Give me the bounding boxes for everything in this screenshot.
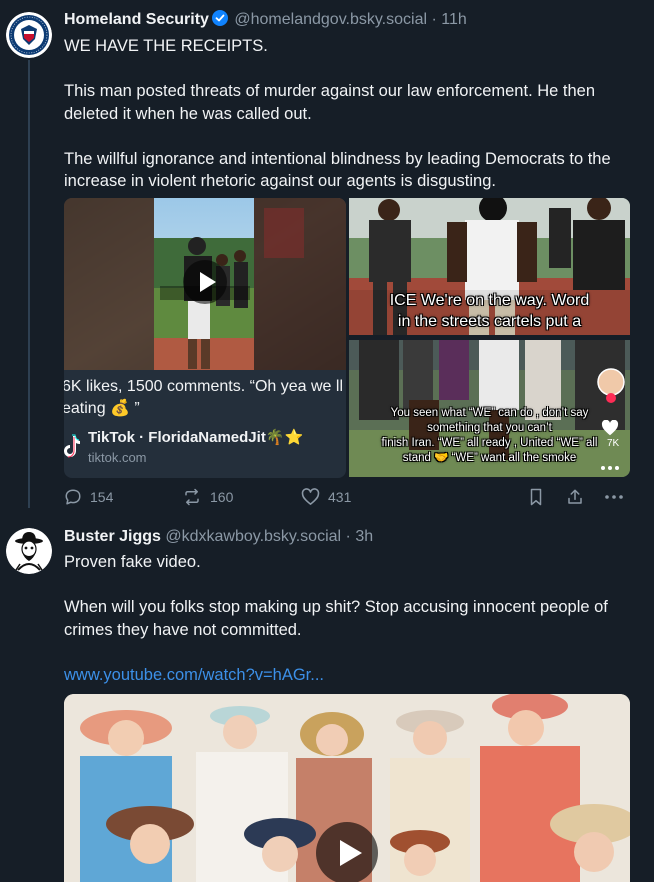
play-icon[interactable] [183,260,227,304]
separator-dot: · [431,11,437,28]
caption-line: finish Iran. “WE” all ready , United “WE… [381,437,598,449]
embed-caption: 6K likes, 1500 comments. “Oh yea we ll e… [64,378,344,417]
author-name[interactable]: Homeland Security [64,11,209,28]
repost-arrows-icon [182,488,202,506]
share-button[interactable] [566,488,584,506]
repost-button[interactable]: 160 [182,488,233,506]
author-handle[interactable]: @homelandgov.bsky.social [234,11,427,28]
separator-dot: · [345,528,351,545]
post-text-paragraph: When will you folks stop making up shit?… [64,598,608,639]
youtube-link[interactable]: www.youtube.com/watch?v=hAGr... [64,666,324,684]
image-1-caption: ICE We're on the way. Word in the street… [349,290,630,332]
post-text: WE HAVE THE RECEIPTS. This man posted th… [64,35,634,193]
post-image-1[interactable]: ICE We're on the way. Word in the street… [349,198,630,335]
ellipsis-icon [604,488,624,506]
caption-line: something that you can’t [427,422,552,434]
play-icon[interactable] [316,822,378,882]
like-count: 431 [328,489,352,505]
verified-check-icon[interactable] [211,10,228,31]
embed-video-thumbnail[interactable] [64,198,346,370]
more-options-button[interactable] [604,488,624,506]
bookmark-button[interactable] [528,488,544,506]
post-text: Proven fake video. When will you folks s… [64,551,634,686]
caption-line: stand 🤝 “WE” want all the smoke [402,452,577,464]
post-homeland-security[interactable]: Homeland Security @homelandgov.bsky.soci… [0,0,654,520]
embed-domain: tiktok.com [88,450,147,465]
caption-line: in the streets cartels put a [397,313,582,330]
image-2-caption: You seen what “WE” can do , don’t say so… [349,406,630,466]
share-icon [566,488,584,506]
post-time[interactable]: 3h [355,528,373,545]
post-text-line: WE HAVE THE RECEIPTS. [64,37,268,55]
author-handle[interactable]: @kdxkawboy.bsky.social [165,528,341,545]
reply-count: 154 [90,489,114,505]
like-button[interactable]: 431 [301,488,351,506]
tiktok-logo-icon [64,434,80,458]
reply-button[interactable]: 154 [64,488,113,506]
buster-jiggs-avatar[interactable] [6,528,52,574]
post-header: Homeland Security @homelandgov.bsky.soci… [64,10,467,31]
heart-icon [301,488,320,506]
caption-line: ICE We're on the way. Word [389,292,590,309]
repost-count: 160 [210,489,234,505]
bookmark-icon [528,488,544,506]
post-image-2[interactable]: You seen what “WE” can do , don’t say so… [349,340,630,477]
more-overlay-icon [599,460,621,477]
dhs-seal-avatar[interactable] [6,12,52,58]
post-text-paragraph: The willful ignorance and intentional bl… [64,149,611,191]
post-time[interactable]: 11h [441,11,467,28]
post-action-bar: 154 160 431 [64,488,634,512]
embed-title[interactable]: TikTok · FloridaNamedJit🌴⭐ [88,428,303,446]
author-name[interactable]: Buster Jiggs [64,528,161,545]
thread-line [28,60,30,508]
speech-bubble-icon [64,488,82,506]
caption-line: You seen what “WE” can do , don’t say [390,407,589,419]
post-text-line: Proven fake video. [64,553,201,571]
heart-overlay-icon [601,419,619,441]
post-header: Buster Jiggs @kdxkawboy.bsky.social · 3h [64,528,373,546]
tiktok-embed-card[interactable]: 6K likes, 1500 comments. “Oh yea we ll e… [64,198,346,478]
post-text-paragraph: This man posted threats of murder agains… [64,82,596,123]
